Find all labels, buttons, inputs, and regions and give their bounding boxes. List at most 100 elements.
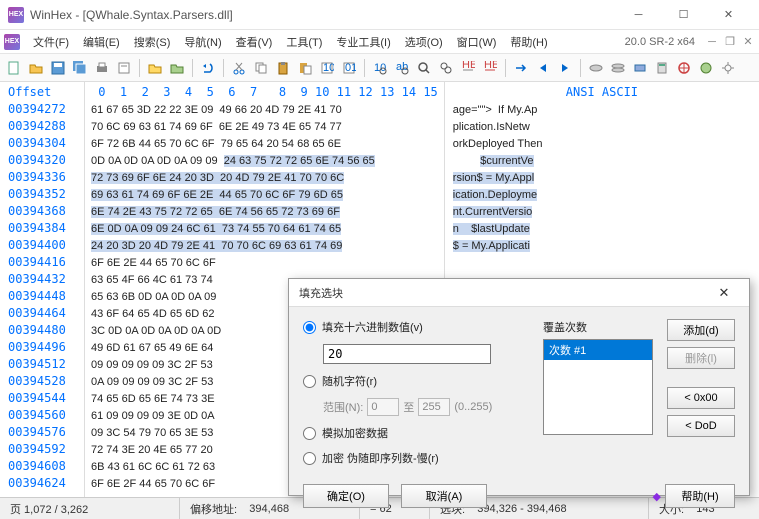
range-low-input[interactable] xyxy=(367,398,399,416)
minimize-button[interactable]: ─ xyxy=(616,1,661,29)
mdi-restore-icon[interactable]: ❐ xyxy=(723,35,737,49)
copy-hex-icon[interactable]: 101 xyxy=(317,58,337,78)
offset-cell: 00394496 xyxy=(0,339,84,356)
forward-icon[interactable] xyxy=(555,58,575,78)
print-icon[interactable] xyxy=(92,58,112,78)
dialog-close-icon[interactable]: ✕ xyxy=(709,282,739,304)
disk2-icon[interactable] xyxy=(608,58,628,78)
radio-simulate-encrypted[interactable]: 模拟加密数据 xyxy=(303,425,529,441)
hex-cell[interactable]: 72 73 69 6F 6E 24 20 3D 20 4D 79 2E 41 7… xyxy=(85,169,444,186)
replace-hex-icon[interactable]: HEX xyxy=(458,58,478,78)
ascii-cell[interactable]: rsion$ = My.Appl xyxy=(445,169,759,186)
status-page: 页 1,072 / 3,262 xyxy=(0,498,180,519)
ram-icon[interactable] xyxy=(630,58,650,78)
ascii-cell[interactable]: orkDeployed Then xyxy=(445,135,759,152)
ascii-cell[interactable]: age=""> If My.Ap xyxy=(445,101,759,118)
offset-header: Offset xyxy=(0,84,84,101)
hex-cell[interactable]: 24 20 3D 20 4D 79 2E 41 70 70 6C 69 63 6… xyxy=(85,237,444,254)
ascii-cell[interactable]: nt.CurrentVersio xyxy=(445,203,759,220)
pass-item-1[interactable]: 次数 #1 xyxy=(544,340,652,360)
folder-green-icon[interactable] xyxy=(167,58,187,78)
copy-icon[interactable] xyxy=(251,58,271,78)
fill-block-dialog: 填充选块 ✕ 填充十六进制数值(v) 随机字符(r) 范围(N): 至 (0..… xyxy=(288,278,750,496)
clipboard-icon[interactable] xyxy=(273,58,293,78)
radio-hex-value[interactable]: 填充十六进制数值(v) xyxy=(303,319,529,335)
find-hex-icon[interactable]: 101 xyxy=(370,58,390,78)
menu-protools[interactable]: 专业工具(I) xyxy=(329,31,397,53)
help-button[interactable]: 帮助(H) xyxy=(665,484,735,508)
menu-view[interactable]: 查看(V) xyxy=(229,31,280,53)
hex-value-input[interactable] xyxy=(323,344,491,364)
find-text-icon[interactable]: ab xyxy=(392,58,412,78)
mdi-min-icon[interactable]: ─ xyxy=(705,35,719,49)
preset-0x00-button[interactable]: < 0x00 xyxy=(667,387,735,409)
passes-listbox[interactable]: 次数 #1 xyxy=(543,339,653,435)
dialog-title: 填充选块 xyxy=(299,285,343,301)
hex-cell[interactable]: 6F 6E 2E 44 65 70 6C 6F xyxy=(85,254,444,271)
offset-cell: 00394320 xyxy=(0,152,84,169)
undo-icon[interactable] xyxy=(198,58,218,78)
analyze-icon[interactable] xyxy=(674,58,694,78)
hex-cell[interactable]: 69 63 61 74 69 6F 6E 2E 44 65 70 6C 6F 7… xyxy=(85,186,444,203)
hex-cell[interactable]: 70 6C 69 63 61 74 69 6F 6E 2E 49 73 4E 6… xyxy=(85,118,444,135)
replace-text-icon[interactable]: HEX xyxy=(480,58,500,78)
menu-help[interactable]: 帮助(H) xyxy=(503,31,554,53)
cut-icon[interactable] xyxy=(229,58,249,78)
offset-cell: 00394384 xyxy=(0,220,84,237)
open-icon[interactable] xyxy=(26,58,46,78)
preset-dod-button[interactable]: < DoD xyxy=(667,415,735,437)
help-icon: ◆ xyxy=(653,490,661,503)
ascii-cell[interactable]: $ = My.Applicati xyxy=(445,237,759,254)
hash-icon[interactable] xyxy=(696,58,716,78)
hex-cell[interactable]: 0D 0A 0D 0A 0D 0A 09 09 24 63 75 72 72 6… xyxy=(85,152,444,169)
hex-cell[interactable]: 6F 72 6B 44 65 70 6C 6F 79 65 64 20 54 6… xyxy=(85,135,444,152)
ascii-cell[interactable]: n $lastUpdate xyxy=(445,220,759,237)
range-high-input[interactable] xyxy=(418,398,450,416)
copy-text-icon[interactable]: 010 xyxy=(339,58,359,78)
folder-yellow-icon[interactable] xyxy=(145,58,165,78)
offset-cell: 00394272 xyxy=(0,101,84,118)
close-button[interactable]: ✕ xyxy=(706,1,751,29)
menu-tools[interactable]: 工具(T) xyxy=(279,31,329,53)
cancel-button[interactable]: 取消(A) xyxy=(401,484,487,508)
radio-random[interactable]: 随机字符(r) xyxy=(303,373,529,389)
version-label: 20.0 SR-2 x64 xyxy=(625,36,701,48)
menu-file[interactable]: 文件(F) xyxy=(26,31,76,53)
menu-nav[interactable]: 导航(N) xyxy=(177,31,228,53)
hex-cell[interactable]: 6E 74 2E 43 75 72 72 65 6E 74 56 65 72 7… xyxy=(85,203,444,220)
dialog-titlebar[interactable]: 填充选块 ✕ xyxy=(289,279,749,307)
mdi-close-icon[interactable]: ✕ xyxy=(741,35,755,49)
new-icon[interactable] xyxy=(4,58,24,78)
goto-icon[interactable] xyxy=(511,58,531,78)
menu-search[interactable]: 搜索(S) xyxy=(127,31,178,53)
disk1-icon[interactable] xyxy=(586,58,606,78)
ascii-cell[interactable]: ication.Deployme xyxy=(445,186,759,203)
offset-cell: 00394624 xyxy=(0,475,84,492)
menu-edit[interactable]: 编辑(E) xyxy=(76,31,127,53)
menu-options[interactable]: 选项(O) xyxy=(398,31,450,53)
hex-cell[interactable]: 6E 0D 0A 09 09 24 6C 61 73 74 55 70 64 6… xyxy=(85,220,444,237)
add-pass-button[interactable]: 添加(d) xyxy=(667,319,735,341)
offset-cell: 00394400 xyxy=(0,237,84,254)
paste-icon[interactable] xyxy=(295,58,315,78)
titlebar: HEX WinHex - [QWhale.Syntax.Parsers.dll]… xyxy=(0,0,759,30)
ascii-cell[interactable]: $currentVe xyxy=(445,152,759,169)
ascii-cell[interactable] xyxy=(445,254,759,271)
hex-cell[interactable]: 61 67 65 3D 22 22 3E 09 49 66 20 4D 79 2… xyxy=(85,101,444,118)
calc-icon[interactable] xyxy=(652,58,672,78)
saveall-icon[interactable] xyxy=(70,58,90,78)
radio-encrypt-prng[interactable]: 加密 伪随即序列数-慢(r) xyxy=(303,450,529,466)
maximize-button[interactable]: ☐ xyxy=(661,1,706,29)
find-again-icon[interactable] xyxy=(436,58,456,78)
ascii-cell[interactable]: plication.IsNetw xyxy=(445,118,759,135)
save-icon[interactable] xyxy=(48,58,68,78)
settings-icon[interactable] xyxy=(718,58,738,78)
offset-cell: 00394288 xyxy=(0,118,84,135)
ok-button[interactable]: 确定(O) xyxy=(303,484,389,508)
back-icon[interactable] xyxy=(533,58,553,78)
menu-window[interactable]: 窗口(W) xyxy=(450,31,504,53)
delete-pass-button[interactable]: 删除(l) xyxy=(667,347,735,369)
properties-icon[interactable] xyxy=(114,58,134,78)
offset-cell: 00394560 xyxy=(0,407,84,424)
find-icon[interactable] xyxy=(414,58,434,78)
